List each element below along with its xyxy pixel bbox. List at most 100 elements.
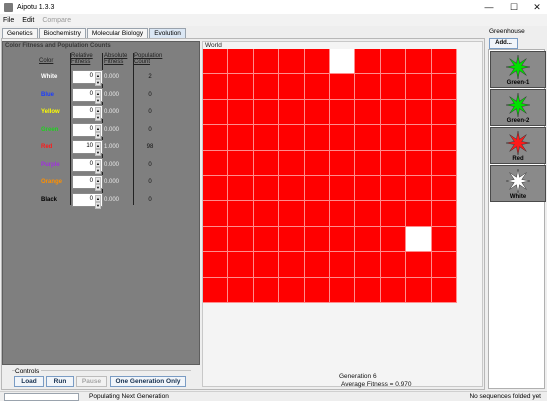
world-cell[interactable] [203, 125, 229, 151]
world-cell[interactable] [406, 74, 432, 100]
world-cell[interactable] [355, 49, 381, 75]
world-cell[interactable] [203, 49, 229, 75]
world-cell[interactable] [330, 252, 356, 278]
world-cell[interactable] [228, 201, 254, 227]
world-cell[interactable] [304, 74, 330, 100]
world-cell[interactable] [380, 277, 407, 303]
world-cell[interactable] [279, 49, 305, 75]
spinner-down-icon[interactable]: ▼ [95, 97, 101, 104]
spinner-arrows[interactable]: ▲ ▼ [95, 195, 101, 209]
world-cell[interactable] [203, 99, 229, 126]
world-cell[interactable] [304, 277, 330, 303]
spinner-down-icon[interactable]: ▼ [95, 132, 101, 139]
world-cell[interactable] [304, 125, 330, 151]
world-cell[interactable] [406, 226, 432, 253]
world-cell[interactable] [253, 277, 280, 303]
world-cell[interactable] [380, 176, 407, 202]
maximize-icon[interactable]: ☐ [502, 0, 526, 14]
spinner-arrows[interactable]: ▲ ▼ [95, 72, 101, 86]
world-cell[interactable] [330, 176, 356, 202]
world-cell[interactable] [253, 176, 280, 202]
world-cell[interactable] [279, 277, 305, 303]
world-cell[interactable] [279, 226, 305, 253]
world-cell[interactable] [253, 201, 280, 227]
world-cell[interactable] [203, 150, 229, 176]
world-cell[interactable] [431, 74, 457, 100]
relative-fitness-spinner-orange[interactable]: 0 ▲ ▼ [72, 175, 103, 191]
relative-fitness-spinner-green[interactable]: 0 ▲ ▼ [72, 123, 103, 139]
world-cell[interactable] [431, 150, 457, 176]
world-cell[interactable] [228, 277, 254, 303]
world-cell[interactable] [355, 74, 381, 100]
greenhouse-item-green-2[interactable]: Green-2 [490, 89, 546, 126]
world-cell[interactable] [228, 49, 254, 75]
world-cell[interactable] [380, 201, 407, 227]
relative-fitness-spinner-yellow[interactable]: 0 ▲ ▼ [72, 105, 103, 121]
greenhouse-item-red[interactable]: Red [490, 127, 546, 164]
world-cell[interactable] [253, 74, 280, 100]
world-cell[interactable] [279, 150, 305, 176]
world-cell[interactable] [253, 99, 280, 126]
relative-fitness-spinner-white[interactable]: 0 ▲ ▼ [72, 70, 103, 86]
spinner-up-icon[interactable]: ▲ [95, 195, 101, 202]
minimize-icon[interactable]: — [477, 0, 501, 14]
world-cell[interactable] [431, 125, 457, 151]
spinner-arrows[interactable]: ▲ ▼ [95, 160, 101, 174]
world-cell[interactable] [253, 150, 280, 176]
world-cell[interactable] [406, 150, 432, 176]
spinner-up-icon[interactable]: ▲ [95, 72, 101, 79]
world-cell[interactable] [253, 125, 280, 151]
world-cell[interactable] [330, 226, 356, 253]
world-cell[interactable] [228, 252, 254, 278]
world-cell[interactable] [406, 201, 432, 227]
world-cell[interactable] [380, 125, 407, 151]
world-cell[interactable] [380, 74, 407, 100]
world-cell[interactable] [355, 99, 381, 126]
world-cell[interactable] [304, 99, 330, 126]
spinner-up-icon[interactable]: ▲ [95, 90, 101, 97]
world-cell[interactable] [203, 226, 229, 253]
world-grid[interactable] [203, 49, 457, 303]
world-cell[interactable] [304, 201, 330, 227]
world-cell[interactable] [253, 226, 280, 253]
world-cell[interactable] [279, 201, 305, 227]
spinner-up-icon[interactable]: ▲ [95, 160, 101, 167]
world-cell[interactable] [279, 74, 305, 100]
world-cell[interactable] [380, 226, 407, 253]
spinner-down-icon[interactable]: ▼ [95, 149, 101, 156]
world-cell[interactable] [355, 176, 381, 202]
relative-fitness-spinner-red[interactable]: 10 ▲ ▼ [72, 140, 103, 156]
world-cell[interactable] [330, 99, 356, 126]
world-cell[interactable] [228, 226, 254, 253]
world-cell[interactable] [330, 125, 356, 151]
run-button[interactable]: Run [46, 376, 74, 387]
world-cell[interactable] [304, 150, 330, 176]
world-cell[interactable] [355, 226, 381, 253]
relative-fitness-spinner-black[interactable]: 0 ▲ ▼ [72, 193, 103, 209]
menu-file[interactable]: File [3, 17, 14, 24]
spinner-up-icon[interactable]: ▲ [95, 125, 101, 132]
spinner-down-icon[interactable]: ▼ [95, 202, 101, 209]
world-cell[interactable] [431, 176, 457, 202]
spinner-up-icon[interactable]: ▲ [95, 177, 101, 184]
world-cell[interactable] [304, 252, 330, 278]
world-cell[interactable] [355, 125, 381, 151]
tab-genetics[interactable]: Genetics [2, 28, 38, 38]
world-cell[interactable] [431, 49, 457, 75]
world-cell[interactable] [330, 150, 356, 176]
world-cell[interactable] [203, 176, 229, 202]
world-cell[interactable] [355, 201, 381, 227]
world-cell[interactable] [355, 277, 381, 303]
world-cell[interactable] [330, 49, 356, 75]
world-cell[interactable] [279, 125, 305, 151]
world-cell[interactable] [279, 176, 305, 202]
world-cell[interactable] [253, 49, 280, 75]
pause-button[interactable]: Pause [76, 376, 107, 387]
menu-edit[interactable]: Edit [22, 17, 34, 24]
world-cell[interactable] [431, 99, 457, 126]
world-cell[interactable] [380, 150, 407, 176]
world-cell[interactable] [203, 252, 229, 278]
world-cell[interactable] [406, 99, 432, 126]
world-cell[interactable] [304, 49, 330, 75]
world-cell[interactable] [406, 49, 432, 75]
